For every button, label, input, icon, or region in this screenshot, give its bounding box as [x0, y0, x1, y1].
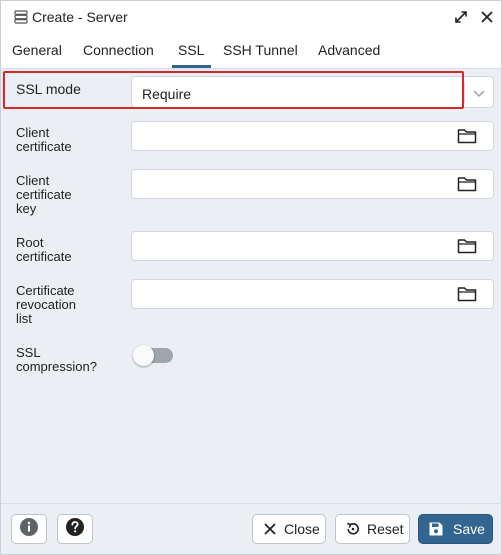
server-icon	[14, 10, 28, 24]
tab-bar: General Connection SSL SSH Tunnel Advanc…	[1, 33, 501, 69]
folder-icon[interactable]	[457, 128, 477, 144]
ssl-mode-select[interactable]: Require	[131, 76, 494, 108]
tab-general[interactable]: General	[12, 33, 62, 68]
label-line: compression?	[16, 359, 97, 374]
dialog-titlebar[interactable]: Create - Server	[1, 1, 501, 33]
client-certificate-label: Client certificate	[16, 126, 72, 154]
reset-icon	[345, 521, 361, 537]
maximize-icon[interactable]	[453, 9, 469, 25]
label-line: certificate	[16, 187, 72, 202]
save-icon	[428, 521, 444, 537]
tab-advanced[interactable]: Advanced	[318, 33, 380, 68]
create-server-dialog: Create - Server General Connection SSL S…	[0, 0, 502, 555]
label-line: Certificate	[16, 283, 75, 298]
certificate-revocation-list-field[interactable]	[131, 279, 494, 309]
close-button-label: Close	[284, 521, 320, 537]
reset-button-label: Reset	[367, 521, 404, 537]
select-separator	[464, 83, 465, 103]
info-icon	[19, 517, 39, 542]
ssl-mode-value: Require	[142, 86, 192, 102]
label-line: certificate	[16, 139, 72, 154]
label-line: certificate	[16, 249, 72, 264]
ssl-compression-label: SSL compression?	[16, 346, 97, 374]
label-line: Client	[16, 125, 50, 140]
ssl-form: SSL mode Require Client certificate Clie…	[1, 69, 501, 503]
info-button[interactable]	[11, 514, 47, 544]
close-icon	[262, 521, 278, 537]
client-certificate-key-label: Client certificate key	[16, 174, 72, 216]
label-line: revocation	[16, 297, 76, 312]
root-certificate-field[interactable]	[131, 231, 494, 261]
dialog-title: Create - Server	[32, 9, 128, 25]
help-icon	[65, 517, 85, 542]
certificate-revocation-list-label: Certificate revocation list	[16, 284, 76, 326]
label-line: Root	[16, 235, 44, 250]
label-line: key	[16, 201, 37, 216]
folder-icon[interactable]	[457, 286, 477, 302]
ssl-compression-toggle[interactable]	[133, 345, 173, 366]
tab-ssl[interactable]: SSL	[171, 33, 213, 68]
save-button[interactable]: Save	[418, 514, 493, 544]
label-line: SSL	[16, 345, 41, 360]
save-button-label: Save	[453, 521, 485, 537]
folder-icon[interactable]	[457, 176, 477, 192]
client-certificate-field[interactable]	[131, 121, 494, 151]
folder-icon[interactable]	[457, 238, 477, 254]
chevron-down-icon[interactable]	[472, 86, 486, 100]
toggle-knob	[133, 345, 154, 366]
close-button[interactable]: Close	[252, 514, 326, 544]
root-certificate-label: Root certificate	[16, 236, 72, 264]
label-line: Client	[16, 173, 50, 188]
client-certificate-key-field[interactable]	[131, 169, 494, 199]
label-line: list	[16, 311, 32, 326]
tab-ssh-tunnel[interactable]: SSH Tunnel	[223, 33, 298, 68]
tab-connection[interactable]: Connection	[83, 33, 154, 68]
dialog-footer: Close Reset Save	[1, 503, 501, 554]
ssl-mode-label: SSL mode	[16, 81, 81, 97]
reset-button[interactable]: Reset	[335, 514, 410, 544]
close-icon[interactable]	[479, 9, 495, 25]
help-button[interactable]	[57, 514, 93, 544]
